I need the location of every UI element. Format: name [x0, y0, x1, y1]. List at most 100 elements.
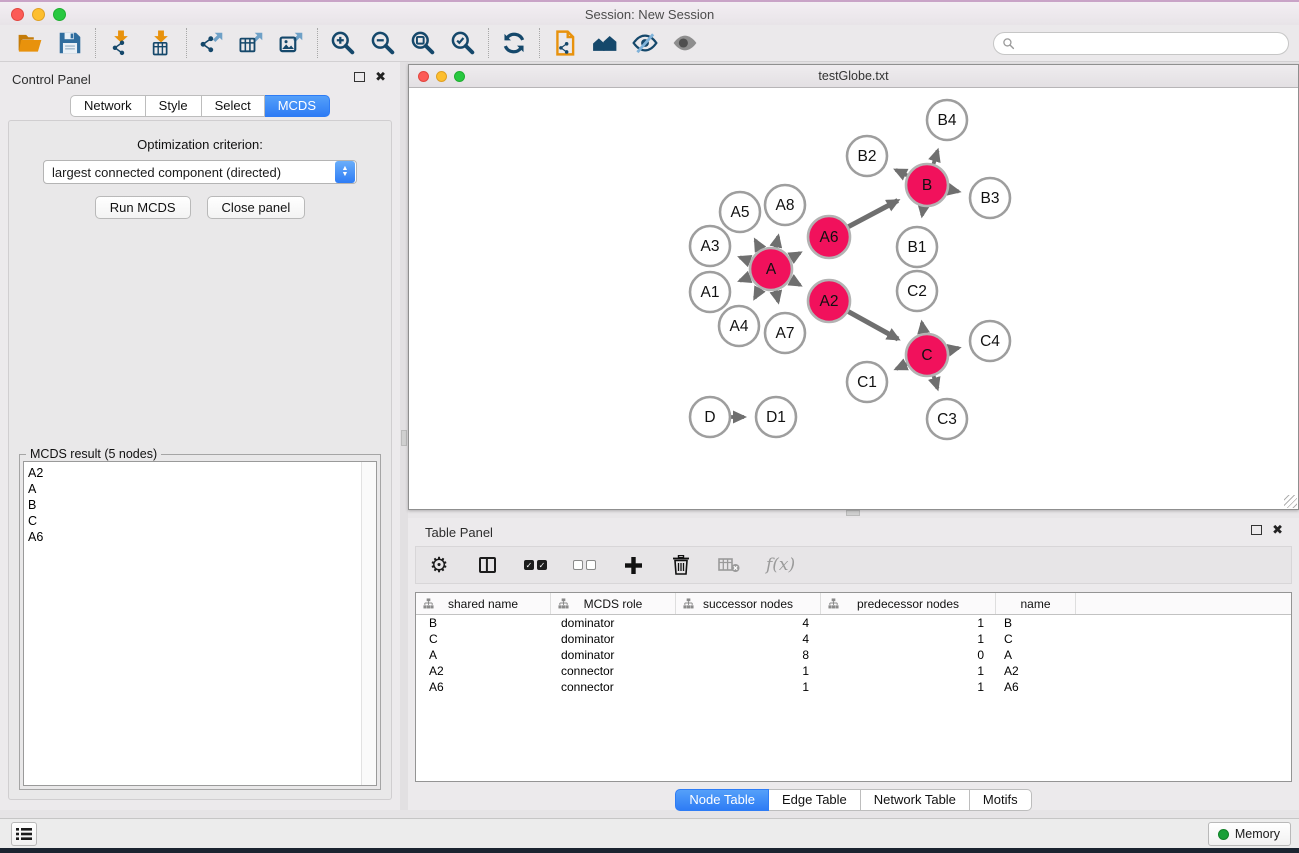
refresh-button[interactable]	[494, 27, 534, 59]
graph-node-A3[interactable]: A3	[690, 226, 730, 266]
result-list-scrollbar[interactable]	[361, 462, 376, 785]
table-cell[interactable]: A6	[416, 679, 551, 695]
graph-edge-A-A5[interactable]	[755, 240, 760, 250]
graph-node-C2[interactable]: C2	[897, 271, 937, 311]
close-panel-button[interactable]: Close panel	[207, 196, 306, 219]
graph-node-B[interactable]: B	[906, 164, 948, 206]
horizontal-splitter-grip[interactable]	[846, 510, 860, 516]
export-image-button[interactable]	[272, 27, 312, 59]
tab-motifs[interactable]: Motifs	[970, 789, 1032, 811]
graph-edge-B-B1[interactable]	[922, 207, 923, 216]
graph-edge-A-A3[interactable]	[740, 257, 751, 261]
network-canvas[interactable]: B4 B2 B B3 A8 A5 A6 A3 B1 A A1 C2 A2 A4 …	[409, 88, 1298, 509]
graph-node-A[interactable]: A	[750, 248, 792, 290]
graph-node-C3[interactable]: C3	[927, 399, 967, 439]
table-cell[interactable]: 4	[676, 631, 821, 647]
graph-edge-A-A4[interactable]	[755, 288, 761, 298]
table-cell[interactable]: C	[996, 631, 1076, 647]
table-cell[interactable]: dominator	[551, 631, 676, 647]
horizontal-splitter[interactable]	[408, 509, 1299, 518]
table-cell[interactable]: 1	[821, 663, 996, 679]
graph-node-B4[interactable]: B4	[927, 100, 967, 140]
search-input[interactable]	[1015, 35, 1288, 53]
graph-edge-B-B3[interactable]	[949, 189, 959, 191]
zoom-selected-button[interactable]	[443, 27, 483, 59]
eye-button[interactable]	[665, 27, 705, 59]
graph-node-A2[interactable]: A2	[808, 280, 850, 322]
table-cell[interactable]: 8	[676, 647, 821, 663]
vertical-splitter-grip[interactable]	[401, 430, 407, 446]
save-button[interactable]	[50, 27, 90, 59]
graph-edge-A2-C[interactable]	[848, 312, 898, 340]
import-table-button[interactable]	[141, 27, 181, 59]
houses-button[interactable]	[585, 27, 625, 59]
task-history-button[interactable]	[11, 822, 37, 846]
export-network-button[interactable]	[192, 27, 232, 59]
graph-node-D[interactable]: D	[690, 397, 730, 437]
tab-mcds[interactable]: MCDS	[265, 95, 330, 117]
graph-edge-C-C4[interactable]	[949, 348, 959, 350]
run-mcds-button[interactable]: Run MCDS	[95, 196, 191, 219]
graph-edge-A-A6[interactable]	[790, 253, 800, 259]
graph-edge-A6-B[interactable]	[848, 201, 897, 227]
graph-edge-A-A2[interactable]	[790, 280, 800, 286]
column-header-shared-name[interactable]: shared name	[416, 593, 551, 614]
gear-button[interactable]: ⚙	[428, 552, 450, 578]
memory-button[interactable]: Memory	[1208, 822, 1291, 846]
unchecked-pair-button[interactable]	[573, 552, 596, 578]
graph-node-B1[interactable]: B1	[897, 227, 937, 267]
tab-select[interactable]: Select	[202, 95, 265, 117]
table-cell[interactable]: B	[416, 615, 551, 631]
table-cell[interactable]: A6	[996, 679, 1076, 695]
table-cell[interactable]: A	[416, 647, 551, 663]
zoom-in-button[interactable]	[323, 27, 363, 59]
graph-node-C1[interactable]: C1	[847, 362, 887, 402]
column-header-name[interactable]: name	[996, 593, 1076, 614]
table-cell[interactable]: 1	[676, 679, 821, 695]
table-cell[interactable]: connector	[551, 679, 676, 695]
graph-node-C[interactable]: C	[906, 334, 948, 376]
trash-button[interactable]	[670, 552, 692, 578]
table-cell[interactable]: 0	[821, 647, 996, 663]
optimization-criterion-dropdown[interactable]: largest connected component (directed) ▲…	[43, 160, 357, 184]
graph-edge-A-A8[interactable]	[776, 236, 779, 247]
graph-node-A8[interactable]: A8	[765, 185, 805, 225]
mcds-result-item[interactable]: B	[28, 497, 361, 513]
table-cell[interactable]: 1	[821, 615, 996, 631]
graph-edge-C-C3[interactable]	[934, 376, 938, 389]
tab-node-table[interactable]: Node Table	[675, 789, 769, 811]
table-row[interactable]: Bdominator41B	[416, 615, 1291, 631]
close-panel-icon[interactable]: ✖	[375, 72, 386, 82]
mcds-result-item[interactable]: A	[28, 481, 361, 497]
graph-node-B2[interactable]: B2	[847, 136, 887, 176]
export-table-button[interactable]	[232, 27, 272, 59]
vertical-splitter[interactable]	[400, 62, 408, 810]
table-cell[interactable]: 1	[676, 663, 821, 679]
network-window-titlebar[interactable]: testGlobe.txt	[409, 65, 1298, 88]
tab-network-table[interactable]: Network Table	[861, 789, 970, 811]
doc-network-button[interactable]	[545, 27, 585, 59]
mcds-result-item[interactable]: A2	[28, 465, 361, 481]
graph-edge-C-C1[interactable]	[896, 364, 907, 369]
search-box[interactable]	[993, 32, 1289, 55]
window-resize-grip[interactable]	[1284, 495, 1297, 508]
graph-edge-C-C2[interactable]	[922, 323, 924, 334]
table-row[interactable]: A2connector11A2	[416, 663, 1291, 679]
graph-node-C4[interactable]: C4	[970, 321, 1010, 361]
table-cell[interactable]: B	[996, 615, 1076, 631]
graph-edge-A-A7[interactable]	[776, 291, 779, 302]
graph-node-A6[interactable]: A6	[808, 216, 850, 258]
table-cell[interactable]: A2	[996, 663, 1076, 679]
graph-edge-B-B2[interactable]	[896, 170, 907, 176]
tab-network[interactable]: Network	[70, 95, 146, 117]
graph-edge-A-A1[interactable]	[740, 277, 751, 281]
zoom-fit-button[interactable]	[403, 27, 443, 59]
table-row[interactable]: Adominator80A	[416, 647, 1291, 663]
columns-button[interactable]	[476, 552, 498, 578]
graph-node-B3[interactable]: B3	[970, 178, 1010, 218]
table-cell[interactable]: 1	[821, 631, 996, 647]
table-row[interactable]: A6connector11A6	[416, 679, 1291, 695]
plus-button[interactable]	[622, 552, 644, 578]
close-table-panel-icon[interactable]: ✖	[1272, 525, 1283, 535]
tab-style[interactable]: Style	[146, 95, 202, 117]
